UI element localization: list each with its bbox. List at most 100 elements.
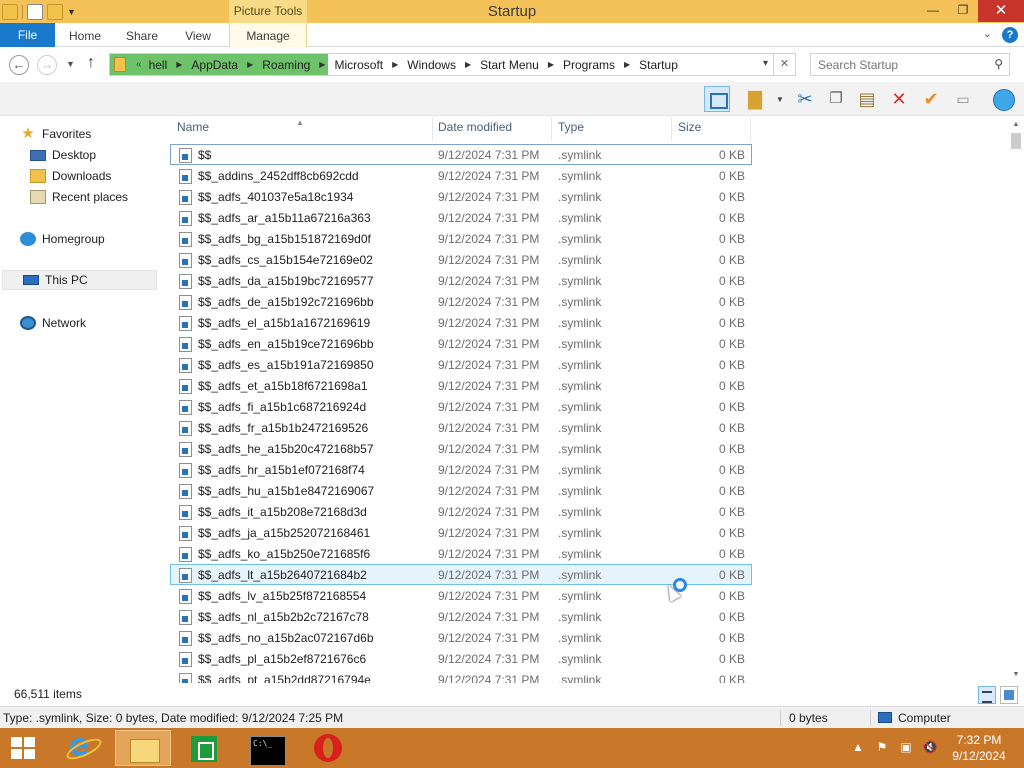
- delete-icon[interactable]: ✕: [886, 86, 912, 112]
- breadcrumb-item[interactable]: hell: [146, 58, 171, 72]
- large-icons-view-icon[interactable]: [1000, 686, 1018, 704]
- nav-homegroup[interactable]: Homegroup: [20, 229, 105, 249]
- file-row[interactable]: $$_adfs_lt_a15b2640721684b2 9/12/2024 7:3…: [170, 564, 752, 585]
- chevron-right-icon[interactable]: ▶: [459, 60, 477, 69]
- file-row[interactable]: $$_adfs_fi_a15b1c687216924d 9/12/2024 7:3…: [170, 396, 752, 417]
- opera-icon[interactable]: [300, 730, 356, 766]
- nav-this-pc[interactable]: This PC: [2, 270, 157, 290]
- search-icon[interactable]: ⚲: [994, 57, 1003, 71]
- vertical-scrollbar[interactable]: ▲ ▼: [1008, 117, 1024, 683]
- file-row[interactable]: $$_adfs_de_a15b192c721696bb 9/12/2024 7:3…: [170, 291, 752, 312]
- chevron-down-icon[interactable]: ⌄: [983, 27, 992, 43]
- folder-icon[interactable]: [2, 4, 18, 20]
- flag-icon[interactable]: ⚑: [874, 740, 890, 754]
- chevron-right-icon[interactable]: ▶: [618, 60, 636, 69]
- file-row[interactable]: $$_adfs_cs_a15b154e72169e02 9/12/2024 7:3…: [170, 249, 752, 270]
- minimize-button[interactable]: —: [918, 0, 948, 22]
- file-row[interactable]: $$_adfs_en_a15b19ce721696bb 9/12/2024 7:3…: [170, 333, 752, 354]
- file-row[interactable]: $$_adfs_el_a15b1a1672169619 9/12/2024 7:3…: [170, 312, 752, 333]
- tab-home[interactable]: Home: [62, 23, 108, 47]
- chevron-right-icon[interactable]: ▶: [542, 60, 560, 69]
- clear-address-icon[interactable]: ✕: [774, 53, 796, 76]
- file-row[interactable]: $$_adfs_da_a15b19bc72169577 9/12/2024 7:3…: [170, 270, 752, 291]
- scrollbar-thumb[interactable]: [1011, 133, 1021, 149]
- internet-explorer-icon[interactable]: [55, 728, 111, 766]
- file-row[interactable]: $$_adfs_pl_a15b2ef8721676c6 9/12/2024 7:3…: [170, 648, 752, 669]
- copy-icon[interactable]: ❐: [823, 86, 849, 112]
- file-row[interactable]: $$_adfs_it_a15b208e72168d3d 9/12/2024 7:3…: [170, 501, 752, 522]
- file-row[interactable]: $$_adfs_pt_a15b2dd87216794e 9/12/2024 7:3…: [170, 669, 752, 683]
- scroll-up-icon[interactable]: ▲: [1010, 119, 1022, 131]
- file-row[interactable]: $$ 9/12/2024 7:31 PM .symlink 0 KB: [170, 144, 752, 165]
- breadcrumb-item[interactable]: Roaming: [259, 58, 313, 72]
- forward-button[interactable]: →: [37, 55, 57, 75]
- show-hidden-icons-icon[interactable]: ▲: [850, 740, 866, 754]
- breadcrumb-overflow[interactable]: «: [132, 59, 146, 70]
- column-header-type[interactable]: Type: [551, 117, 671, 139]
- start-button[interactable]: [8, 734, 40, 762]
- file-row[interactable]: $$_adfs_no_a15b2ac072167d6b 9/12/2024 7:3…: [170, 627, 752, 648]
- search-input[interactable]: [811, 54, 981, 75]
- file-row[interactable]: $$_adfs_401037e5a18c1934 9/12/2024 7:31 P…: [170, 186, 752, 207]
- chevron-right-icon[interactable]: ▶: [313, 60, 331, 69]
- breadcrumb-item[interactable]: Startup: [636, 58, 681, 72]
- nav-favorites[interactable]: ★ Favorites: [20, 124, 91, 144]
- address-bar[interactable]: « hell ▶ AppData ▶ Roaming ▶ Microsoft ▶ Win…: [109, 53, 774, 76]
- tab-view[interactable]: View: [176, 23, 220, 47]
- column-header-size[interactable]: Size: [671, 117, 751, 139]
- recent-locations-icon[interactable]: ▼: [66, 59, 75, 69]
- divider[interactable]: [750, 117, 751, 141]
- chevron-right-icon[interactable]: ▶: [241, 60, 259, 69]
- preview-pane-icon[interactable]: [704, 86, 730, 112]
- network-status-icon[interactable]: ▣: [898, 740, 914, 754]
- file-row[interactable]: $$_adfs_ja_a15b252072168461 9/12/2024 7:3…: [170, 522, 752, 543]
- file-row[interactable]: $$_adfs_nl_a15b2b2c72167c78 9/12/2024 7:3…: [170, 606, 752, 627]
- address-dropdown-icon[interactable]: ▾: [763, 58, 768, 69]
- details-view-icon[interactable]: [978, 686, 996, 704]
- file-row[interactable]: $$_adfs_es_a15b191a72169850 9/12/2024 7:3…: [170, 354, 752, 375]
- file-row[interactable]: $$_adfs_hu_a15b1e8472169067 9/12/2024 7:3…: [170, 480, 752, 501]
- file-row[interactable]: $$_adfs_ko_a15b250e721685f6 9/12/2024 7:3…: [170, 543, 752, 564]
- column-header-date[interactable]: Date modified: [431, 117, 551, 139]
- tab-share[interactable]: Share: [118, 23, 166, 47]
- cut-icon[interactable]: ✂: [792, 86, 818, 112]
- nav-downloads[interactable]: Downloads: [30, 166, 111, 186]
- column-header-name[interactable]: Name ▲: [170, 117, 432, 139]
- back-button[interactable]: ←: [9, 55, 29, 75]
- breadcrumb-item[interactable]: Programs: [560, 58, 618, 72]
- close-button[interactable]: ✕: [978, 0, 1024, 22]
- maximize-button[interactable]: ❐: [948, 0, 978, 22]
- new-folder-icon[interactable]: [47, 4, 63, 20]
- breadcrumb-item[interactable]: Microsoft: [331, 58, 386, 72]
- file-row[interactable]: $$_adfs_fr_a15b1b2472169526 9/12/2024 7:3…: [170, 417, 752, 438]
- clock[interactable]: 7:32 PM 9/12/2024: [948, 732, 1010, 764]
- store-icon[interactable]: [176, 730, 232, 766]
- file-row[interactable]: $$_adfs_et_a15b18f6721698a1 9/12/2024 7:3…: [170, 375, 752, 396]
- chevron-right-icon[interactable]: ▶: [386, 60, 404, 69]
- help-icon[interactable]: ?: [1002, 27, 1018, 43]
- volume-muted-icon[interactable]: 🔇: [922, 740, 938, 754]
- nav-recent-places[interactable]: Recent places: [30, 187, 128, 207]
- up-arrow-icon[interactable]: ↑: [87, 54, 95, 72]
- file-row[interactable]: $$_adfs_he_a15b20c472168b57 9/12/2024 7:3…: [170, 438, 752, 459]
- customize-quick-access-icon[interactable]: ▼: [67, 7, 76, 17]
- file-row[interactable]: $$_adfs_bg_a15b151872169d0f 9/12/2024 7:3…: [170, 228, 752, 249]
- chevron-right-icon[interactable]: ▶: [170, 60, 188, 69]
- nav-desktop[interactable]: Desktop: [30, 145, 96, 165]
- rename-icon[interactable]: ▭: [950, 86, 976, 112]
- breadcrumb-item[interactable]: Windows: [404, 58, 459, 72]
- tab-manage[interactable]: Manage: [229, 23, 307, 47]
- tab-file[interactable]: File: [0, 23, 55, 47]
- file-row[interactable]: $$_addins_2452dff8cb692cdd 9/12/2024 7:31…: [170, 165, 752, 186]
- scroll-down-icon[interactable]: ▼: [1010, 669, 1022, 681]
- nav-network[interactable]: Network: [20, 313, 86, 333]
- chevron-down-icon[interactable]: ▼: [776, 95, 784, 104]
- file-explorer-icon[interactable]: [115, 730, 171, 766]
- breadcrumb-item[interactable]: Start Menu: [477, 58, 542, 72]
- properties-icon[interactable]: [27, 4, 43, 20]
- breadcrumb-item[interactable]: AppData: [188, 58, 241, 72]
- file-row[interactable]: $$_adfs_ar_a15b11a67216a363 9/12/2024 7:3…: [170, 207, 752, 228]
- command-prompt-icon[interactable]: [238, 730, 294, 766]
- globe-icon[interactable]: [990, 86, 1018, 112]
- paste-icon[interactable]: ▤: [854, 86, 880, 112]
